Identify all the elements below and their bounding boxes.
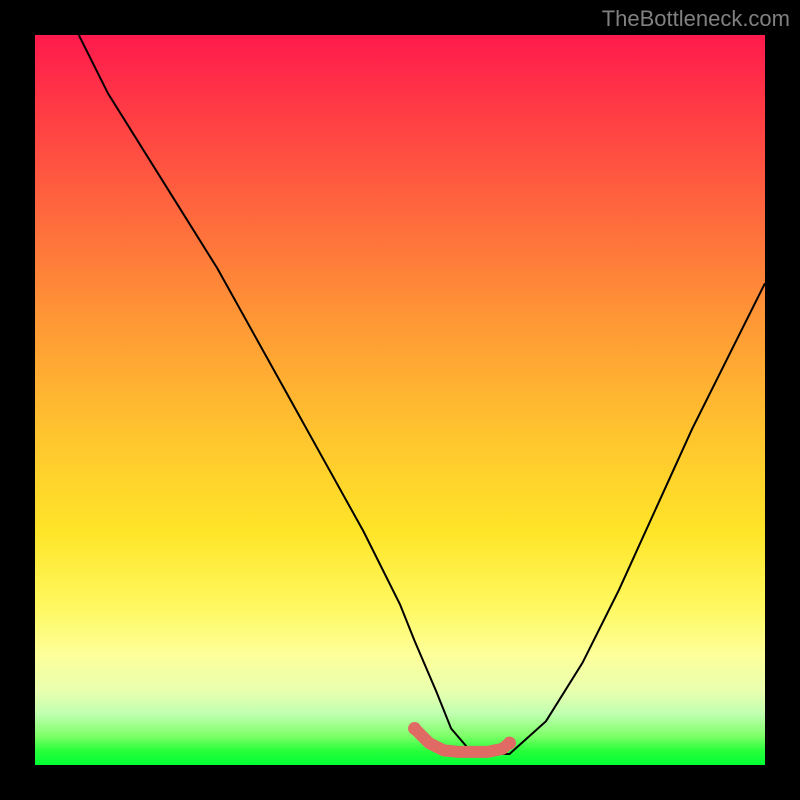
v-curve-line: [79, 35, 765, 754]
trough-marker-endpoint: [408, 722, 421, 735]
chart-svg: [35, 35, 765, 765]
watermark-text: TheBottleneck.com: [602, 6, 790, 32]
trough-marker-endpoint: [503, 737, 516, 750]
chart-frame: TheBottleneck.com: [0, 0, 800, 800]
plot-area: [35, 35, 765, 765]
